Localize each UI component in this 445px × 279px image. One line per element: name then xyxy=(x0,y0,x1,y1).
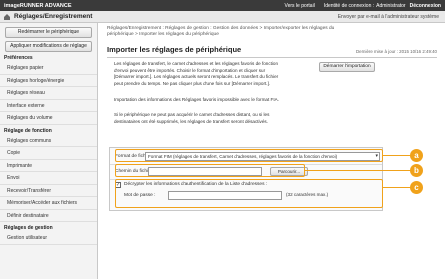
page-title: Importer les réglages de périphérique xyxy=(107,45,242,54)
callout-a-highlight xyxy=(115,149,383,162)
description-3: Si le périphérique ne peut pas acquérir … xyxy=(114,112,314,125)
sidebar-item-user-management[interactable]: Gestion utilisateur xyxy=(0,232,97,245)
home-icon[interactable] xyxy=(2,12,12,22)
description-2: Importation des informations des Réglage… xyxy=(114,97,279,102)
sub-header: Réglages/Enregistrement Envoyer par e-ma… xyxy=(0,11,445,23)
callout-c-badge: c xyxy=(410,181,423,194)
sidebar: Redémarrer le périphérique Appliquer mod… xyxy=(0,23,98,279)
login-id-label: Identité de connexion : xyxy=(323,2,375,9)
sidebar-item-common[interactable]: Réglages communs xyxy=(0,135,97,147)
breadcrumb-line-2[interactable]: périphérique > Importer les réglages du … xyxy=(107,32,441,38)
section-title: Réglages/Enregistrement xyxy=(14,13,93,20)
start-import-button[interactable]: Démarrer l'importation xyxy=(319,62,375,72)
callout-a-line xyxy=(383,155,411,156)
main-content: Réglages/Enregistrement : Réglages de ge… xyxy=(99,23,445,279)
sidebar-item-network[interactable]: Réglages réseau xyxy=(0,87,97,100)
sidebar-item-receive-forward[interactable]: Recevoir/Transférer xyxy=(0,185,97,197)
sidebar-item-printer[interactable]: Imprimante xyxy=(0,160,97,172)
restart-device-button[interactable]: Redémarrer le périphérique xyxy=(5,27,92,38)
apply-settings-button[interactable]: Appliquer modifications de réglage xyxy=(5,41,92,52)
callout-b-highlight xyxy=(115,164,305,177)
admin-user-name: Administrator xyxy=(376,2,406,9)
logout-link[interactable]: Déconnexion xyxy=(410,3,441,9)
last-updated: Dernière mise à jour : 2015 10/16 2:49:4… xyxy=(355,49,437,54)
sidebar-item-volume[interactable]: Réglages du volume xyxy=(0,112,97,125)
description-1: Les réglages de transfert, le carnet d'a… xyxy=(114,61,314,87)
callout-b-line xyxy=(305,170,411,171)
callout-b-badge: b xyxy=(410,164,423,177)
sidebar-item-paper[interactable]: Réglages papier xyxy=(0,62,97,75)
sidebar-item-send[interactable]: Envoi xyxy=(0,172,97,185)
description-line: peut prendre du temps. Ne pas cliquer pl… xyxy=(114,80,271,86)
portal-link[interactable]: Vers le portail xyxy=(285,3,315,9)
breadcrumb: Réglages/Enregistrement : Réglages de ge… xyxy=(99,23,445,38)
description-line: destinataires ont été supprimés, les rég… xyxy=(114,118,268,124)
sidebar-item-destination[interactable]: Définir destinataire xyxy=(0,210,97,222)
callout-c-highlight xyxy=(115,179,383,208)
sidebar-item-external-interface[interactable]: Interface externe xyxy=(0,100,97,112)
sidebar-section-function: Réglage de fonction xyxy=(4,127,52,134)
sidebar-item-store-access[interactable]: Mémoriser/Accéder aux fichiers xyxy=(0,197,97,210)
top-bar: imageRUNNER ADVANCE Vers le portail Iden… xyxy=(0,0,445,11)
email-admin-link[interactable]: Envoyer par e-mail à l'administrateur sy… xyxy=(338,14,439,20)
sidebar-section-management: Réglages de gestion xyxy=(4,225,53,231)
sidebar-item-timer-energy[interactable]: Réglages horloge/énergie xyxy=(0,75,97,87)
sidebar-item-copy[interactable]: Copie xyxy=(0,147,97,160)
brand-title: imageRUNNER ADVANCE xyxy=(4,2,72,9)
callout-a-badge: a xyxy=(410,149,423,162)
title-divider xyxy=(107,57,437,58)
sidebar-section-preferences: Préférences xyxy=(4,55,33,61)
callout-c-line xyxy=(383,187,411,188)
